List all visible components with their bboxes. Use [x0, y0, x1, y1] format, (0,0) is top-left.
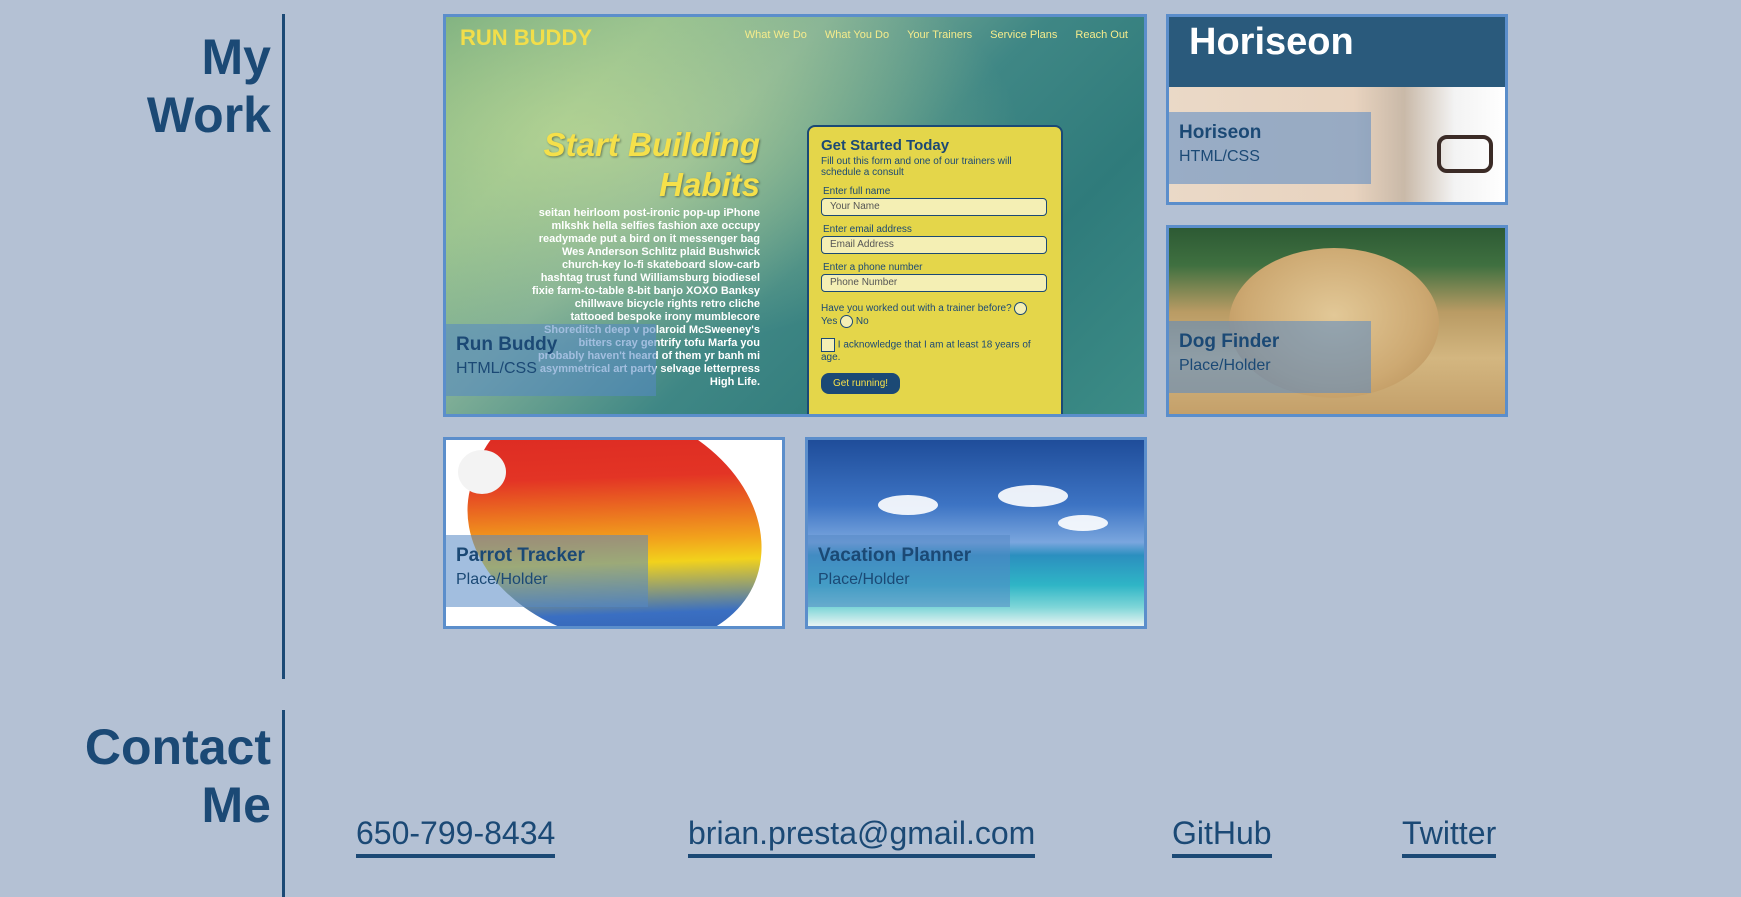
project-label: Vacation Planner Place/Holder [808, 535, 1010, 607]
project-subtitle: Place/Holder [818, 571, 910, 588]
email-label: Enter email address [823, 224, 912, 235]
project-subtitle: HTML/CSS [1179, 148, 1260, 165]
project-card-dog-finder[interactable]: Dog Finder Place/Holder [1166, 225, 1508, 417]
name-input: Your Name [821, 198, 1047, 216]
runbuddy-nav: What We Do What You Do Your Trainers Ser… [745, 29, 1128, 41]
glasses-graphic [1437, 135, 1493, 173]
cloud-shape [998, 485, 1068, 507]
heading-line: Contact [84, 719, 271, 775]
hero-title-line: Start Building [543, 126, 760, 163]
nav-item: What We Do [744, 29, 807, 41]
runbuddy-logo: RUN BUDDY [460, 25, 592, 50]
heading-line: Me [201, 777, 271, 833]
project-title: Horiseon [1179, 122, 1262, 143]
phone-label: Enter a phone number [823, 262, 923, 273]
email-input: Email Address [821, 236, 1047, 254]
project-card-horiseon[interactable]: Horiseon Horiseon HTML/CSS [1166, 14, 1508, 205]
project-title: Run Buddy [456, 334, 558, 355]
phone-link[interactable]: 650-799-8434 [356, 815, 556, 858]
email-link[interactable]: brian.presta@gmail.com [688, 815, 1036, 858]
no-label: No [855, 316, 869, 328]
form-description: Fill out this form and one of our traine… [821, 156, 1012, 178]
project-label: Horiseon HTML/CSS [1169, 112, 1371, 184]
project-title: Parrot Tracker [456, 545, 585, 566]
radio-icon [1014, 302, 1028, 315]
project-label: Dog Finder Place/Holder [1169, 321, 1371, 393]
trainer-question: Have you worked out with a trainer befor… [821, 302, 1049, 328]
parrot-face [458, 450, 506, 494]
horiseon-logo: Horiseon [1189, 21, 1354, 63]
project-card-vacation-planner[interactable]: Vacation Planner Place/Holder [805, 437, 1147, 629]
horiseon-header: Horiseon [1169, 17, 1505, 87]
project-card-parrot-tracker[interactable]: Parrot Tracker Place/Holder [443, 437, 785, 629]
project-title: Dog Finder [1179, 331, 1280, 352]
signup-form-preview: Get Started Today Fill out this form and… [807, 125, 1063, 414]
project-subtitle: HTML/CSS [456, 360, 537, 377]
phone-input: Phone Number [821, 274, 1047, 292]
acknowledge-row: I acknowledge that I am at least 18 year… [821, 338, 1049, 363]
cloud-shape [1058, 515, 1108, 531]
github-link[interactable]: GitHub [1172, 815, 1272, 858]
name-label: Enter full name [823, 186, 891, 197]
checkbox-icon [821, 338, 835, 352]
section-divider [282, 14, 285, 679]
acknowledge-text: I acknowledge that I am at least 18 year… [821, 339, 1031, 363]
heading-line: Work [146, 87, 271, 143]
hero-title: Start Building Habits [500, 125, 760, 205]
yes-label: Yes [821, 316, 838, 328]
nav-item: Service Plans [990, 29, 1058, 41]
question-text: Have you worked out with a trainer befor… [821, 303, 1012, 315]
project-label: Run Buddy HTML/CSS [446, 324, 656, 396]
cloud-shape [878, 495, 938, 515]
form-title: Get Started Today [821, 137, 950, 154]
nav-item: Your Trainers [907, 29, 973, 41]
nav-item: What You Do [824, 29, 890, 41]
project-title: Vacation Planner [818, 545, 972, 566]
contact-me-heading: Contact Me [85, 718, 271, 834]
hero-title-line: Habits [659, 166, 760, 203]
project-subtitle: Place/Holder [456, 571, 548, 588]
get-running-button: Get running! [821, 373, 901, 394]
heading-line: My [201, 29, 271, 85]
project-label: Parrot Tracker Place/Holder [446, 535, 648, 607]
radio-icon [840, 315, 854, 328]
my-work-heading: My Work [147, 28, 271, 144]
section-divider [282, 710, 285, 897]
project-card-run-buddy[interactable]: RUN BUDDY What We Do What You Do Your Tr… [443, 14, 1147, 417]
twitter-link[interactable]: Twitter [1402, 815, 1497, 858]
nav-item: Reach Out [1075, 29, 1128, 41]
project-subtitle: Place/Holder [1179, 357, 1271, 374]
